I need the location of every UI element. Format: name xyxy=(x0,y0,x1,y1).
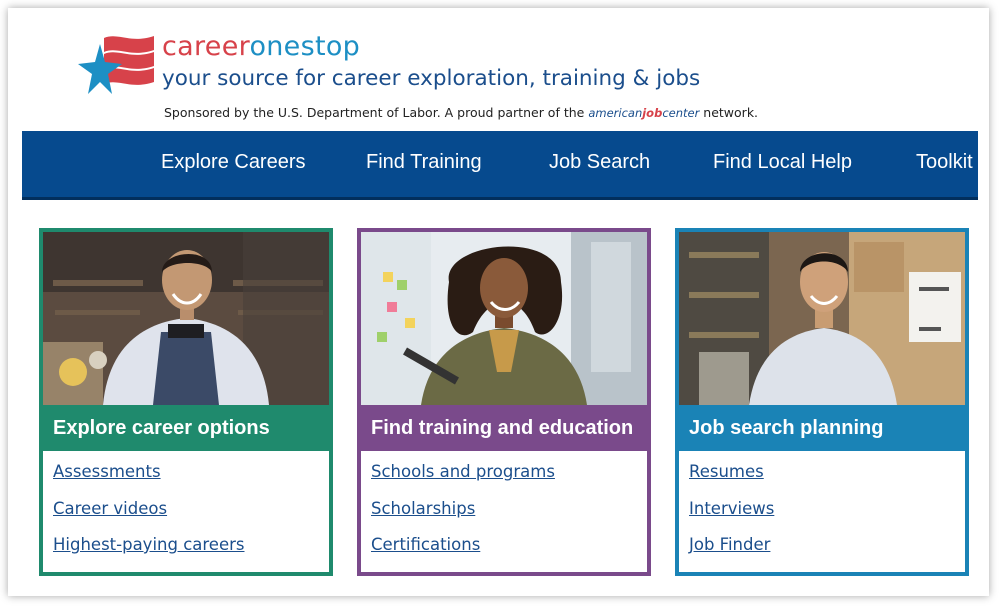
card-title[interactable]: Explore career options xyxy=(43,405,329,451)
sponsor-line: Sponsored by the U.S. Department of Labo… xyxy=(164,104,758,122)
card-job-search: Job search planning Resumes Interviews J… xyxy=(675,228,969,576)
link-resumes[interactable]: Resumes xyxy=(689,463,774,481)
card-photo-warehouse-worker[interactable] xyxy=(679,232,965,405)
card-photo-student[interactable] xyxy=(361,232,647,405)
card-explore-careers: Explore career options Assessments Caree… xyxy=(39,228,333,576)
link-interviews[interactable]: Interviews xyxy=(689,499,774,518)
nav-find-training[interactable]: Find Training xyxy=(366,151,482,174)
link-job-finder[interactable]: Job Finder xyxy=(689,536,774,554)
nav-toolkit[interactable]: Toolkit xyxy=(916,151,973,174)
nav-find-local-help[interactable]: Find Local Help xyxy=(713,151,852,174)
card-links: Resumes Interviews Job Finder xyxy=(689,463,774,573)
link-certifications[interactable]: Certifications xyxy=(371,536,555,554)
link-schools-and-programs[interactable]: Schools and programs xyxy=(371,463,555,481)
card-links: Schools and programs Scholarships Certif… xyxy=(371,463,555,573)
careeronestop-logo-icon[interactable] xyxy=(78,30,156,100)
brand-name-career: career xyxy=(162,31,250,62)
nav-job-search[interactable]: Job Search xyxy=(549,151,650,174)
link-scholarships[interactable]: Scholarships xyxy=(371,499,555,518)
main-nav: Explore Careers Find Training Job Search… xyxy=(22,131,978,200)
link-career-videos[interactable]: Career videos xyxy=(53,499,245,518)
card-find-training: Find training and education Schools and … xyxy=(357,228,651,576)
link-assessments[interactable]: Assessments xyxy=(53,463,245,481)
card-links: Assessments Career videos Highest-paying… xyxy=(53,463,245,573)
card-title[interactable]: Find training and education xyxy=(361,405,647,451)
brand-name[interactable]: careeronestop xyxy=(162,30,360,64)
nav-explore-careers[interactable]: Explore Careers xyxy=(161,151,306,174)
brand-name-onestop: onestop xyxy=(249,31,361,62)
card-title[interactable]: Job search planning xyxy=(679,405,965,451)
link-highest-paying-careers[interactable]: Highest-paying careers xyxy=(53,536,245,554)
tagline: your source for career exploration, trai… xyxy=(162,66,701,91)
american-job-center-logo[interactable]: americanjobcenter xyxy=(588,106,699,120)
sponsor-suffix: network. xyxy=(703,105,759,120)
card-photo-barista[interactable] xyxy=(43,232,329,405)
sponsor-text: Sponsored by the U.S. Department of Labo… xyxy=(164,105,585,120)
